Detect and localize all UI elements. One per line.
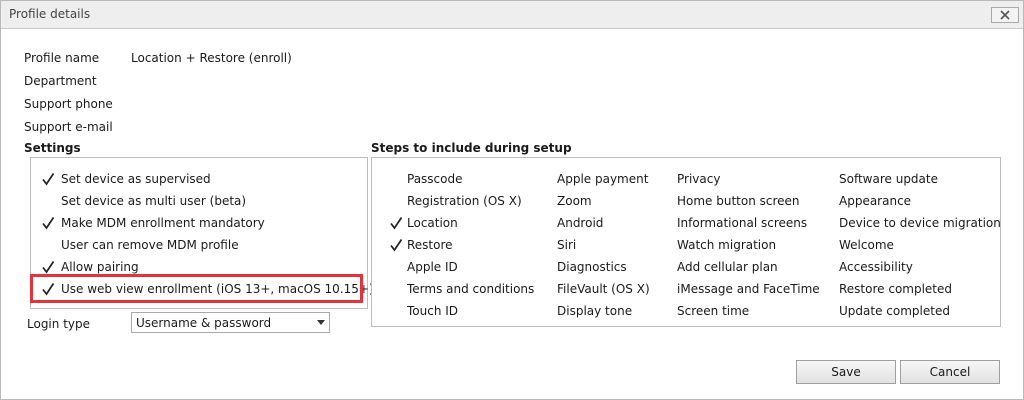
step-apple-payment[interactable]: Apple payment [557, 172, 648, 186]
profile-name-value: Location + Restore (enroll) [131, 51, 292, 65]
step-welcome[interactable]: Welcome [839, 238, 894, 252]
setting-label: Set device as supervised [61, 172, 211, 186]
step-zoom[interactable]: Zoom [557, 194, 592, 208]
setting-label: Make MDM enrollment mandatory [61, 216, 265, 230]
settings-title: Settings [24, 141, 81, 155]
setting-label: Set device as multi user (beta) [61, 194, 247, 208]
step-apple-id[interactable]: Apple ID [407, 260, 458, 274]
chevron-down-icon [317, 320, 325, 325]
login-type-label: Login type [27, 317, 90, 331]
close-button[interactable] [991, 7, 1019, 23]
title-bar: Profile details [1, 1, 1023, 29]
steps-title: Steps to include during setup [371, 141, 572, 155]
step-filevault[interactable]: FileVault (OS X) [557, 282, 650, 296]
step-imessage[interactable]: iMessage and FaceTime [677, 282, 820, 296]
support-phone-label: Support phone [24, 97, 113, 111]
login-type-select[interactable]: Username & password [131, 312, 330, 333]
save-button[interactable]: Save [796, 360, 896, 384]
steps-panel: Passcode Registration (OS X) Location Re… [371, 157, 1001, 327]
setting-allow-pairing[interactable]: Allow pairing [31, 256, 367, 278]
step-home-button[interactable]: Home button screen [677, 194, 800, 208]
step-terms[interactable]: Terms and conditions [407, 282, 534, 296]
settings-panel: Set device as supervised Set device as m… [30, 157, 374, 309]
check-icon [390, 239, 403, 252]
check-icon [42, 217, 55, 230]
setting-supervised[interactable]: Set device as supervised [31, 168, 367, 190]
step-registration[interactable]: Registration (OS X) [407, 194, 522, 208]
step-android[interactable]: Android [557, 216, 603, 230]
close-icon [1000, 10, 1010, 20]
step-diagnostics[interactable]: Diagnostics [557, 260, 627, 274]
check-icon [390, 217, 403, 230]
step-update-completed[interactable]: Update completed [839, 304, 950, 318]
step-passcode[interactable]: Passcode [407, 172, 463, 186]
step-siri[interactable]: Siri [557, 238, 576, 252]
login-type-value: Username & password [136, 316, 272, 330]
setting-web-view-enrollment[interactable]: Use web view enrollment (iOS 13+, macOS … [31, 278, 374, 300]
step-privacy[interactable]: Privacy [677, 172, 720, 186]
step-display-tone[interactable]: Display tone [557, 304, 632, 318]
check-icon [42, 261, 55, 274]
step-watch-migration[interactable]: Watch migration [677, 238, 776, 252]
setting-mdm-mandatory[interactable]: Make MDM enrollment mandatory [31, 212, 367, 234]
step-touch-id[interactable]: Touch ID [407, 304, 458, 318]
step-cellular-plan[interactable]: Add cellular plan [677, 260, 778, 274]
step-accessibility[interactable]: Accessibility [839, 260, 913, 274]
support-email-label: Support e-mail [24, 120, 113, 134]
step-appearance[interactable]: Appearance [839, 194, 911, 208]
step-software-update[interactable]: Software update [839, 172, 938, 186]
cancel-button[interactable]: Cancel [900, 360, 1000, 384]
step-informational[interactable]: Informational screens [677, 216, 807, 230]
step-restore-completed[interactable]: Restore completed [839, 282, 952, 296]
setting-multi-user[interactable]: Set device as multi user (beta) [31, 190, 367, 212]
setting-remove-mdm[interactable]: User can remove MDM profile [31, 234, 367, 256]
window-title: Profile details [9, 7, 91, 21]
check-icon [42, 283, 55, 296]
step-restore[interactable]: Restore [407, 238, 453, 252]
check-icon [42, 173, 55, 186]
department-label: Department [24, 74, 97, 88]
setting-label: Use web view enrollment (iOS 13+, macOS … [61, 282, 374, 296]
setting-label: Allow pairing [61, 260, 139, 274]
step-device-migration[interactable]: Device to device migration [839, 216, 1001, 230]
step-location[interactable]: Location [407, 216, 458, 230]
step-screen-time[interactable]: Screen time [677, 304, 749, 318]
profile-name-label: Profile name [24, 51, 100, 65]
setting-label: User can remove MDM profile [61, 238, 239, 252]
